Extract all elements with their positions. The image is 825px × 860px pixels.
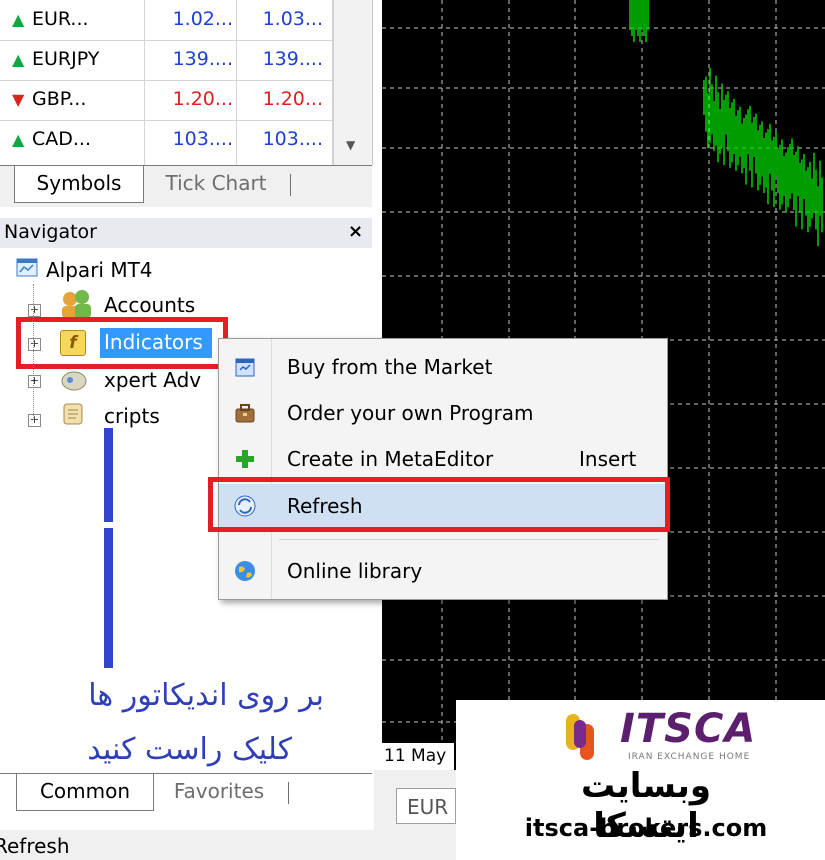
menu-item-create-metaeditor[interactable]: Create in MetaEditor Insert — [219, 437, 667, 481]
expand-icon[interactable]: + — [28, 304, 41, 317]
menu-label: Buy from the Market — [287, 355, 493, 379]
logo-brand: ITSCA — [620, 706, 757, 752]
tab-favorites[interactable]: Favorites — [160, 774, 278, 810]
up-arrow-icon: ▲ — [12, 130, 25, 149]
ask-price: 1.03... — [262, 8, 323, 30]
tab-tick-chart[interactable]: Tick Chart — [150, 166, 282, 202]
tab-divider — [290, 174, 291, 196]
annotation-line — [104, 528, 113, 668]
tree-root-label[interactable]: Alpari MT4 — [46, 258, 153, 282]
market-icon — [233, 355, 257, 379]
market-watch-tabbar: Symbols Tick Chart — [0, 165, 372, 208]
menu-label: Create in MetaEditor — [287, 447, 494, 471]
annotation-text-line1: بر روی اندیکاتور ها — [88, 678, 324, 713]
navigator-tabbar: Common Favorites — [0, 773, 372, 816]
logo-url: itsca-brokers.com — [524, 814, 768, 842]
menu-item-online-library[interactable]: Online library — [219, 549, 667, 593]
briefcase-icon — [233, 401, 257, 425]
menu-item-buy-from-market[interactable]: Buy from the Market — [219, 345, 667, 389]
tree-line — [33, 284, 34, 420]
refresh-highlight-box — [208, 477, 670, 532]
menu-label: Online library — [287, 559, 423, 583]
up-arrow-icon: ▲ — [12, 50, 25, 69]
logo-tagline: IRAN EXCHANGE HOME — [628, 752, 751, 762]
tree-item-scripts[interactable]: cripts — [104, 404, 160, 428]
globe-icon — [233, 559, 257, 583]
bid-price: 103.... — [172, 128, 233, 150]
scroll-down-icon[interactable]: ▼ — [346, 138, 355, 152]
menu-item-order-program[interactable]: Order your own Program — [219, 391, 667, 435]
symbol-row-eurjpy[interactable]: ▲ EURJPY 139.... 139.... — [0, 40, 372, 81]
symbol-name: GBP... — [32, 88, 87, 110]
menu-label: Order your own Program — [287, 401, 534, 425]
status-bar: Refresh — [0, 830, 456, 860]
chart-tab[interactable]: EUR — [396, 788, 456, 824]
itsca-logo-mark — [566, 714, 594, 760]
indicators-highlight-box — [16, 317, 228, 369]
expand-icon[interactable]: + — [28, 375, 41, 388]
annotation-line — [104, 428, 113, 522]
tree-item-accounts[interactable]: Accounts — [104, 293, 195, 317]
symbol-name: EURJPY — [32, 48, 100, 70]
tab-common[interactable]: Common — [16, 774, 154, 811]
ask-price: 139.... — [262, 48, 323, 70]
market-watch-scrollbar[interactable]: ▼ — [333, 0, 372, 165]
bid-price: 139.... — [172, 48, 233, 70]
annotation-text-line2: کلیک راست کنید — [87, 732, 292, 767]
symbol-name: CAD... — [32, 128, 92, 150]
symbol-row-cad[interactable]: ▲ CAD... 103.... 103.... — [0, 120, 372, 160]
symbol-name: EUR... — [32, 8, 89, 30]
bid-price: 1.02... — [172, 8, 233, 30]
ask-price: 1.20... — [262, 88, 323, 110]
down-arrow-icon: ▼ — [12, 90, 25, 109]
menu-shortcut: Insert — [579, 447, 637, 471]
symbol-row-eur[interactable]: ▲ EUR... 1.02... 1.03... — [0, 0, 372, 41]
menu-separator — [279, 539, 659, 540]
scripts-icon — [60, 400, 88, 428]
navigator-title: Navigator — [4, 221, 97, 243]
ask-price: 103.... — [262, 128, 323, 150]
up-arrow-icon: ▲ — [12, 10, 25, 29]
terminal-icon — [16, 258, 40, 280]
symbol-row-gbp[interactable]: ▼ GBP... 1.20... 1.20... — [0, 80, 372, 121]
bid-price: 1.20... — [172, 88, 233, 110]
context-menu: Buy from the Market Order your own Progr… — [218, 338, 668, 600]
expand-icon[interactable]: + — [28, 414, 41, 427]
expert-advisors-icon — [60, 368, 88, 394]
tab-divider — [288, 782, 289, 804]
itsca-logo: ITSCA IRAN EXCHANGE HOME وبسایت ایتسکا i… — [456, 700, 825, 860]
chart-date-label: 11 May — [382, 743, 454, 770]
market-watch-panel: ▲ EUR... 1.02... 1.03... ▲ EURJPY 139.... … — [0, 0, 373, 165]
tree-item-expert-advisors[interactable]: xpert Adv — [104, 368, 201, 392]
status-text: Refresh — [0, 834, 70, 858]
tab-symbols[interactable]: Symbols — [14, 166, 144, 203]
close-icon[interactable]: × — [348, 221, 363, 242]
green-plus-icon — [233, 447, 257, 471]
